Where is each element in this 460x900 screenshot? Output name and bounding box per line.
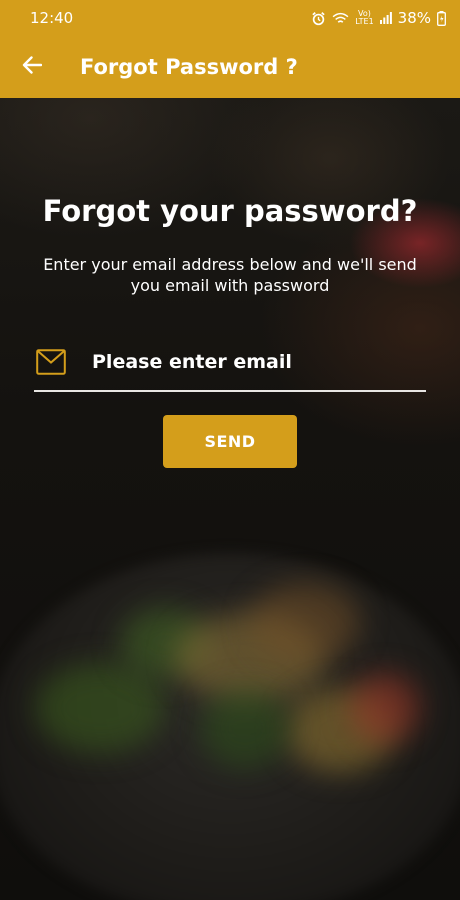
send-button[interactable]: SEND <box>163 415 297 468</box>
volte-lte-indicator: Vo) LTE1 <box>355 10 373 26</box>
mail-icon <box>36 348 68 376</box>
signal-icon <box>379 12 392 24</box>
app-bar: Forgot Password ? <box>0 36 460 98</box>
alarm-icon <box>311 11 326 26</box>
arrow-left-icon <box>22 56 43 78</box>
email-input[interactable] <box>92 351 426 373</box>
status-icons: Vo) LTE1 38% <box>311 9 446 27</box>
status-time: 12:40 <box>30 9 74 27</box>
meat-blob <box>250 583 360 663</box>
status-bar: 12:40 Vo) LTE1 38% <box>0 0 460 36</box>
greens-blob <box>200 688 290 768</box>
tomato-blob <box>350 673 420 743</box>
battery-charging-icon <box>437 10 446 26</box>
back-button[interactable] <box>0 36 64 98</box>
wifi-icon <box>332 12 349 25</box>
battery-percent: 38% <box>397 9 431 27</box>
form-description: Enter your email address below and we'll… <box>43 255 417 295</box>
email-field <box>34 334 426 392</box>
page-title: Forgot Password ? <box>80 55 298 79</box>
form-heading: Forgot your password? <box>42 194 418 228</box>
greens-blob <box>35 663 165 753</box>
lte-label: LTE1 <box>355 17 374 26</box>
